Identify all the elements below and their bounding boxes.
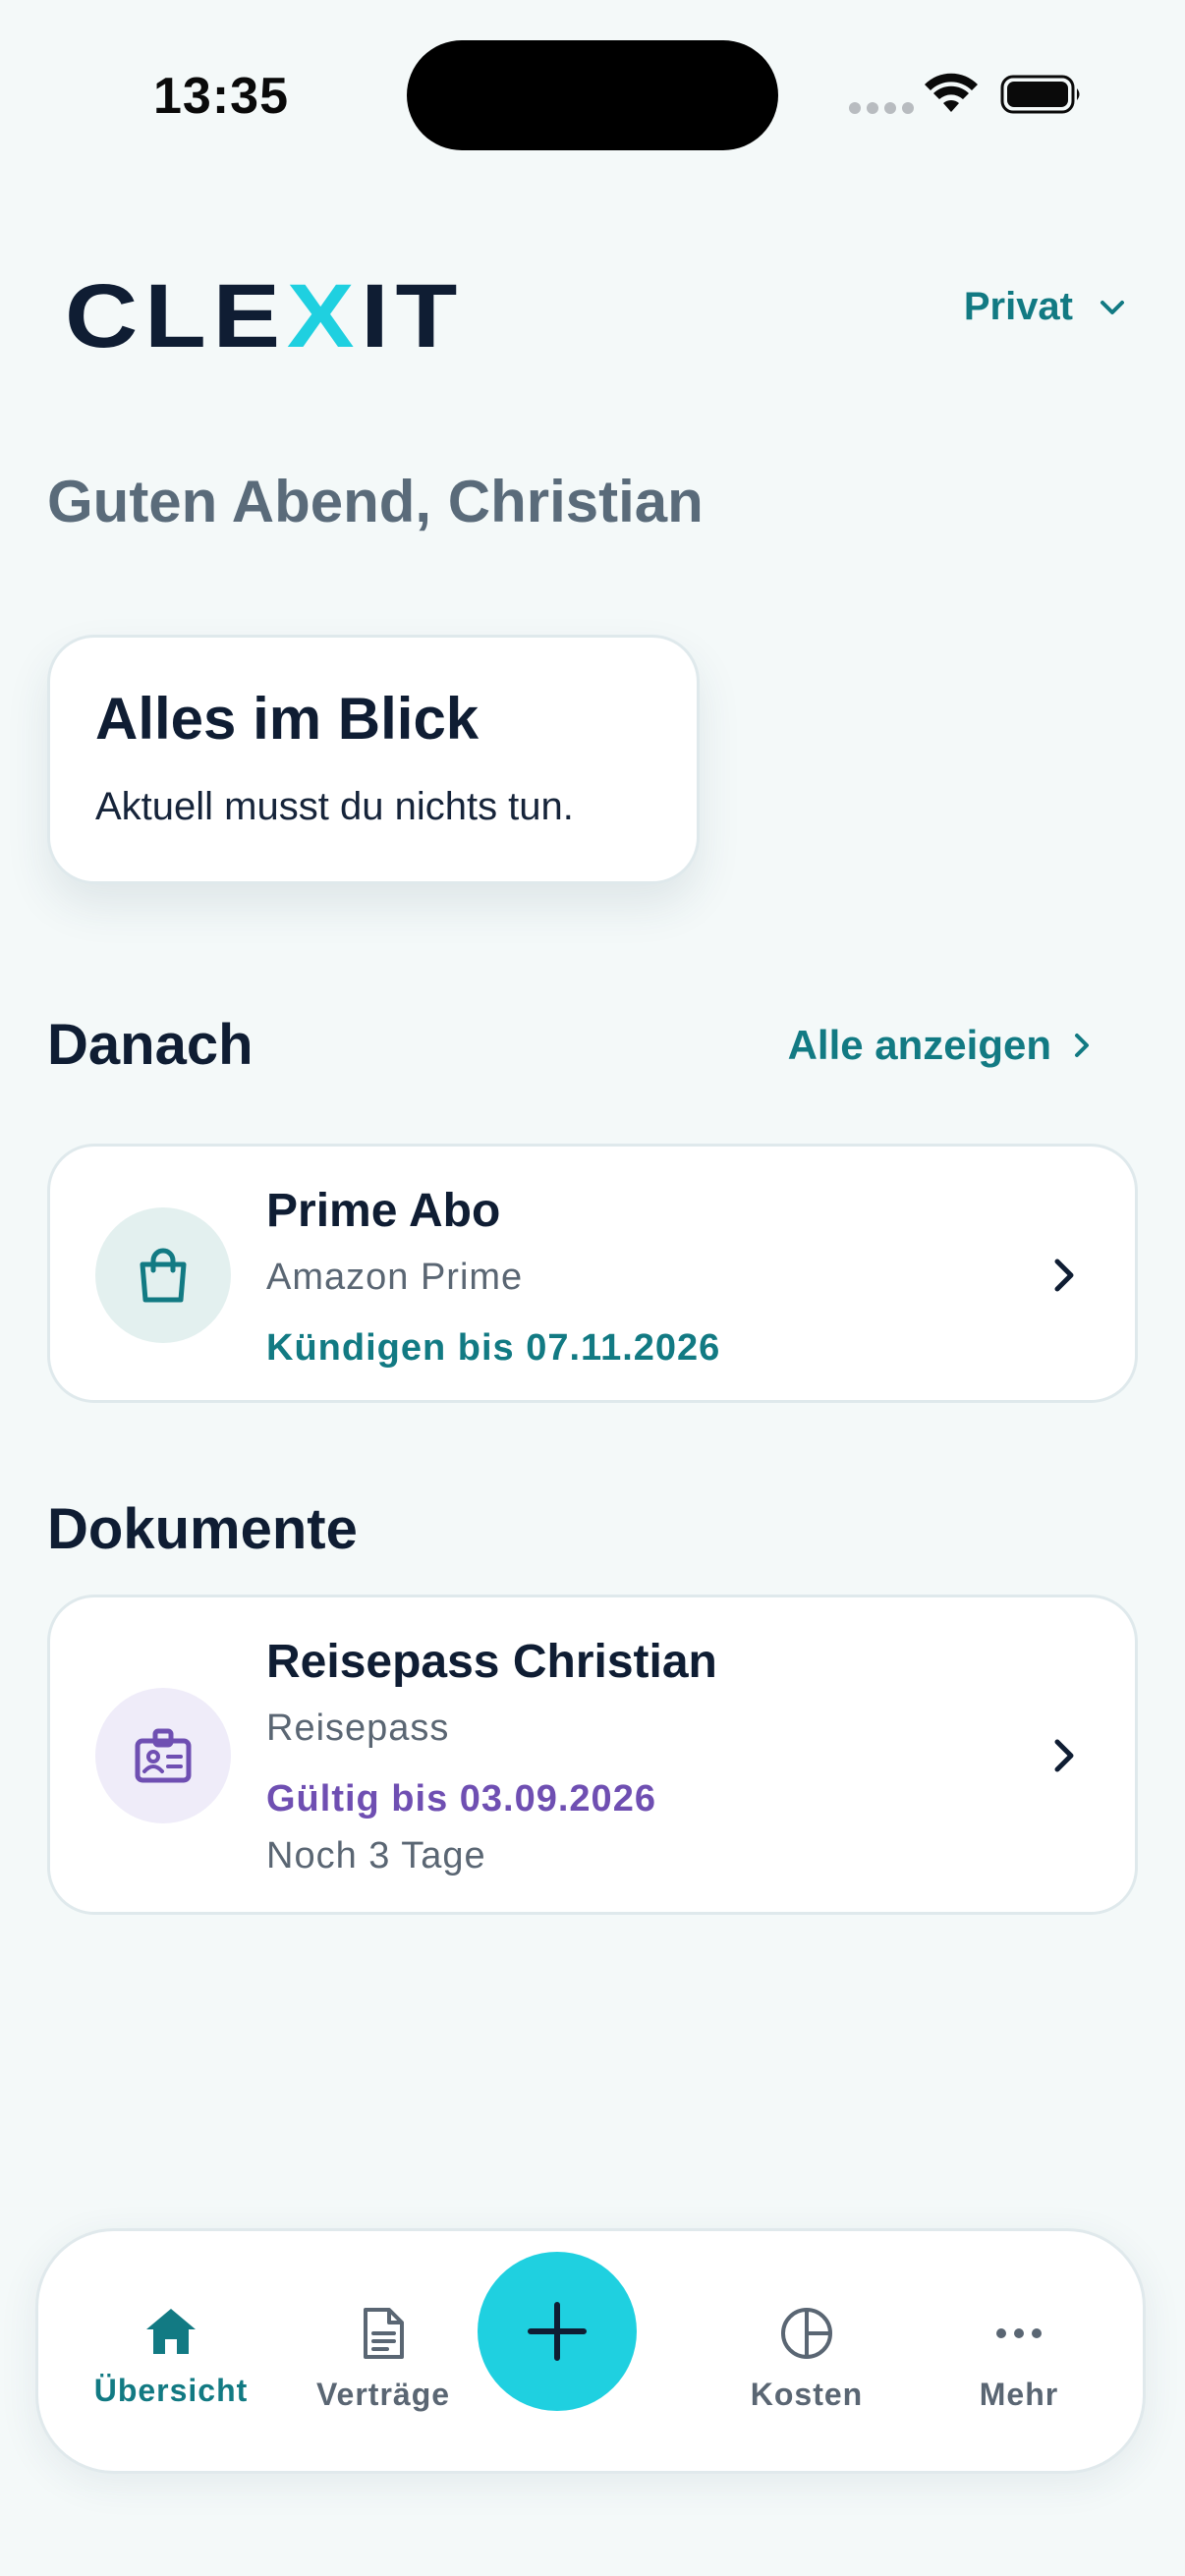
greeting-heading: Guten Abend, Christian	[47, 469, 704, 534]
nav-item-mehr[interactable]: Mehr	[921, 2306, 1117, 2413]
chevron-right-icon	[1054, 1259, 1074, 1292]
plus-icon	[528, 2302, 587, 2361]
more-icon	[996, 2328, 1042, 2338]
clexit-logo: CLEXIT	[65, 266, 468, 366]
wifi-icon	[925, 73, 978, 112]
summary-card-subtitle: Aktuell musst du nichts tun.	[95, 785, 574, 828]
document-valid-until: Gültig bis 03.09.2026	[266, 1778, 656, 1820]
nav-item-label: Verträge	[315, 2377, 451, 2412]
document-type: Reisepass	[266, 1708, 450, 1749]
document-icon-badge	[95, 1688, 231, 1823]
cellular-signal-icon	[849, 102, 914, 114]
nav-item-label: Übersicht	[93, 2373, 249, 2408]
show-all-link[interactable]: Alle anzeigen	[788, 1022, 1091, 1069]
id-card-icon	[135, 1728, 192, 1783]
contract-title: Prime Abo	[266, 1185, 501, 1237]
add-button[interactable]	[478, 2252, 637, 2411]
home-icon	[146, 2309, 196, 2354]
contract-due-date: Kündigen bis 07.11.2026	[266, 1327, 721, 1369]
status-time: 13:35	[153, 68, 289, 125]
summary-card-title: Alles im Blick	[95, 686, 480, 752]
contract-card-prime[interactable]: Prime Abo Amazon Prime Kündigen bis 07.1…	[47, 1144, 1138, 1403]
chevron-down-icon	[1100, 300, 1124, 314]
pie-chart-icon	[781, 2308, 832, 2359]
nav-item-uebersicht[interactable]: Übersicht	[73, 2306, 269, 2409]
dynamic-island	[407, 40, 778, 150]
profile-selector-label: Privat	[963, 285, 1073, 328]
show-all-label: Alle anzeigen	[787, 1022, 1051, 1068]
section-title-danach: Danach	[47, 1013, 254, 1077]
document-title: Reisepass Christian	[266, 1636, 717, 1688]
nav-item-label: Mehr	[979, 2377, 1059, 2412]
chevron-right-icon	[1075, 1034, 1089, 1057]
nav-item-vertraege[interactable]: Verträge	[285, 2306, 481, 2413]
battery-icon	[1000, 75, 1080, 114]
nav-item-label: Kosten	[750, 2377, 864, 2412]
contract-provider: Amazon Prime	[266, 1257, 524, 1298]
summary-card: Alles im Blick Aktuell musst du nichts t…	[47, 635, 700, 884]
document-card-reisepass[interactable]: Reisepass Christian Reisepass Gültig bis…	[47, 1595, 1138, 1915]
document-icon	[364, 2308, 404, 2359]
shopping-bag-icon	[140, 1248, 187, 1303]
section-title-dokumente: Dokumente	[47, 1497, 358, 1561]
chevron-right-icon	[1054, 1739, 1074, 1772]
logo-text: CLEXIT	[65, 278, 464, 353]
home-screen: 13:35 CLEXIT Privat Guten Abend, Christi…	[0, 0, 1185, 2576]
contract-icon-badge	[95, 1207, 231, 1343]
document-remaining: Noch 3 Tage	[266, 1835, 486, 1876]
profile-selector[interactable]: Privat	[964, 285, 1126, 329]
nav-item-kosten[interactable]: Kosten	[708, 2306, 905, 2413]
